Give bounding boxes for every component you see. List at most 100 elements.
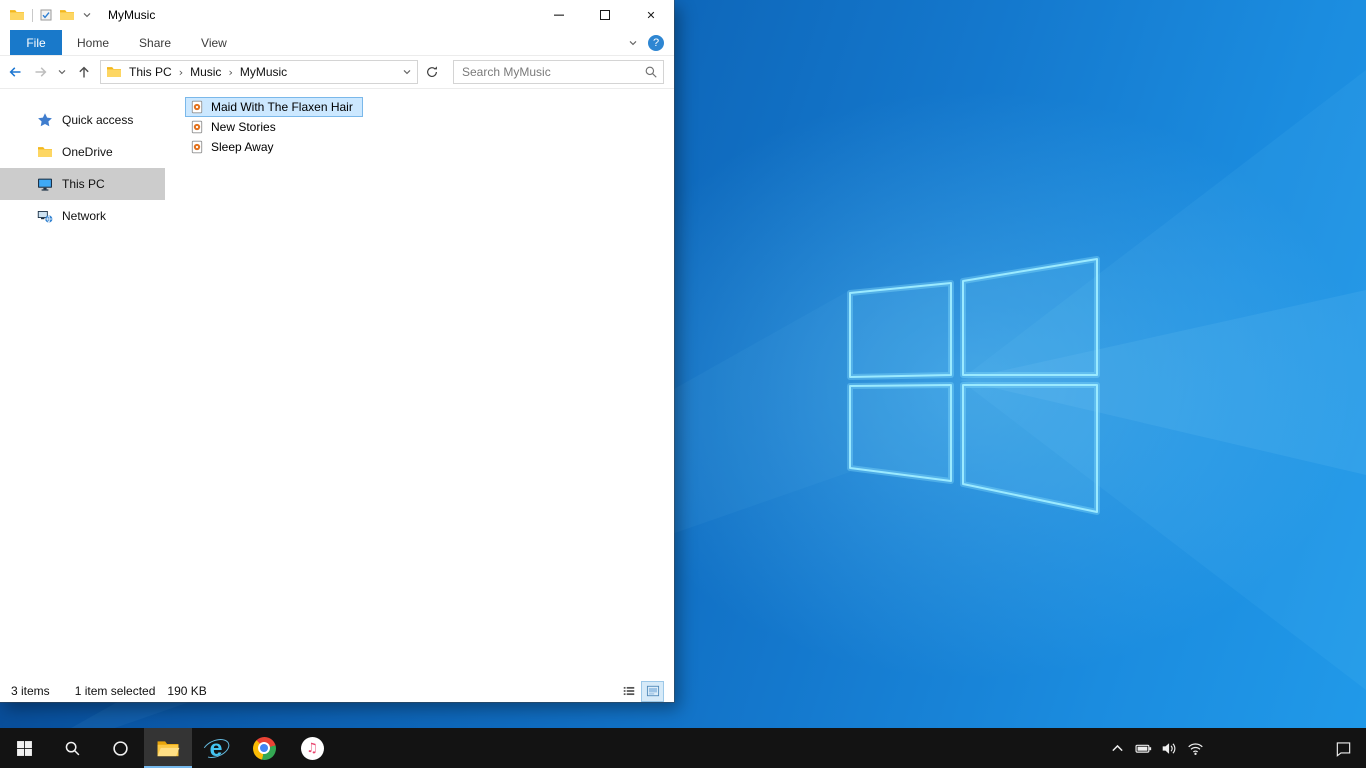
properties-icon[interactable]: [40, 9, 52, 21]
file-list[interactable]: Maid With The Flaxen Hair New Stories Sl…: [165, 90, 674, 680]
itunes-icon: ♫: [300, 736, 324, 760]
chevron-down-icon: [402, 67, 412, 77]
explorer-main: Quick access OneDrive This PC Network Ma…: [0, 90, 674, 680]
chevron-down-icon: [57, 67, 67, 77]
start-button[interactable]: [0, 728, 48, 768]
action-center-button[interactable]: [1320, 740, 1366, 757]
taskbar: e ♫: [0, 728, 1366, 768]
breadcrumb-mymusic[interactable]: MyMusic: [235, 64, 292, 80]
refresh-button[interactable]: [419, 60, 445, 84]
expand-ribbon-chevron-icon[interactable]: [628, 38, 638, 48]
file-explorer-window: MyMusic ✕ File Home Share View ? This PC…: [0, 0, 674, 702]
sidebar-item-label: This PC: [62, 177, 105, 191]
action-center-icon: [1335, 740, 1352, 757]
sidebar-item-network[interactable]: Network: [0, 200, 165, 232]
thumbnail-view-icon: [646, 684, 660, 698]
status-selection: 1 item selected: [74, 684, 156, 698]
file-item[interactable]: Maid With The Flaxen Hair: [185, 97, 363, 117]
taskbar-search-button[interactable]: [48, 728, 96, 768]
battery-icon: [1135, 740, 1152, 757]
ribbon-tab-bar: File Home Share View ?: [0, 30, 674, 56]
refresh-icon: [425, 65, 439, 79]
customize-qat-chevron-icon[interactable]: [82, 10, 92, 20]
back-icon: [7, 64, 23, 80]
breadcrumb-separator: ›: [228, 65, 233, 79]
battery-button[interactable]: [1130, 728, 1156, 768]
details-view-button[interactable]: [618, 682, 639, 701]
recent-locations-button[interactable]: [54, 60, 70, 85]
toolbar-separator: [32, 8, 33, 22]
tab-home[interactable]: Home: [62, 30, 124, 55]
cortana-button[interactable]: [96, 728, 144, 768]
search-input[interactable]: [454, 61, 663, 83]
sidebar-item-label: Quick access: [62, 113, 134, 127]
close-button[interactable]: ✕: [628, 0, 674, 30]
file-item[interactable]: Sleep Away: [185, 137, 284, 157]
file-name: New Stories: [211, 120, 276, 134]
navigation-bar: This PC › Music › MyMusic: [0, 56, 674, 89]
navigation-pane: Quick access OneDrive This PC Network: [0, 90, 165, 680]
internet-explorer-icon: e: [199, 735, 233, 762]
thumbnail-view-button[interactable]: [641, 680, 664, 702]
file-item[interactable]: New Stories: [185, 117, 286, 137]
internet-explorer-button[interactable]: e: [192, 728, 240, 768]
wifi-icon: [1187, 740, 1204, 757]
close-icon: ✕: [646, 8, 656, 22]
chrome-icon: [252, 736, 276, 760]
sidebar-item-this-pc[interactable]: This PC: [0, 168, 165, 200]
file-explorer-icon: [156, 739, 180, 758]
maximize-icon: [600, 10, 610, 20]
sidebar-item-onedrive[interactable]: OneDrive: [0, 136, 165, 168]
system-tray: [1104, 728, 1366, 768]
sidebar-item-quick-access[interactable]: Quick access: [0, 104, 165, 136]
status-bar: 3 items 1 item selected 190 KB: [0, 680, 674, 702]
app-folder-icon: [9, 7, 25, 23]
address-bar[interactable]: This PC › Music › MyMusic: [100, 60, 418, 84]
volume-button[interactable]: [1156, 728, 1182, 768]
forward-icon: [33, 64, 49, 80]
sidebar-item-label: Network: [62, 209, 107, 223]
title-bar[interactable]: MyMusic ✕: [0, 0, 674, 30]
tab-file[interactable]: File: [10, 30, 62, 55]
search-icon: [64, 740, 81, 757]
forward-button[interactable]: [28, 60, 53, 85]
status-item-count: 3 items: [11, 684, 50, 698]
desktop[interactable]: MyMusic ✕ File Home Share View ? This PC…: [0, 0, 1366, 768]
address-dropdown-button[interactable]: [402, 67, 412, 77]
window-title: MyMusic: [108, 8, 156, 22]
quick-access-toolbar: [9, 7, 92, 23]
up-button[interactable]: [71, 60, 96, 85]
chevron-up-icon: [1109, 740, 1126, 757]
sidebar-item-label: OneDrive: [62, 145, 113, 159]
network-icon: [37, 208, 53, 224]
help-button[interactable]: ?: [648, 34, 664, 51]
onedrive-folder-icon: [37, 144, 53, 160]
search-box: [453, 60, 664, 84]
breadcrumb-music[interactable]: Music: [185, 64, 226, 80]
itunes-button[interactable]: ♫: [288, 728, 336, 768]
tab-view[interactable]: View: [186, 30, 242, 55]
maximize-button[interactable]: [582, 0, 628, 30]
star-icon: [37, 112, 53, 128]
network-status-button[interactable]: [1182, 728, 1208, 768]
up-icon: [76, 64, 92, 80]
computer-icon: [37, 176, 53, 192]
new-folder-icon[interactable]: [59, 7, 75, 23]
file-name: Sleep Away: [211, 140, 274, 154]
minimize-button[interactable]: [536, 0, 582, 30]
breadcrumb-separator: ›: [178, 65, 184, 79]
file-name: Maid With The Flaxen Hair: [211, 100, 353, 114]
view-toggle-buttons: [618, 680, 664, 702]
location-folder-icon: [106, 64, 122, 80]
tab-share[interactable]: Share: [124, 30, 186, 55]
hidden-icons-button[interactable]: [1104, 728, 1130, 768]
minimize-icon: [554, 10, 564, 20]
taskbar-file-explorer-button[interactable]: [144, 728, 192, 768]
window-controls: ✕: [536, 0, 674, 30]
audio-file-icon: [190, 100, 204, 114]
chrome-button[interactable]: [240, 728, 288, 768]
breadcrumb-this-pc[interactable]: This PC: [124, 64, 177, 80]
speaker-icon: [1161, 740, 1178, 757]
back-button[interactable]: [2, 60, 27, 85]
search-icon[interactable]: [644, 65, 658, 79]
